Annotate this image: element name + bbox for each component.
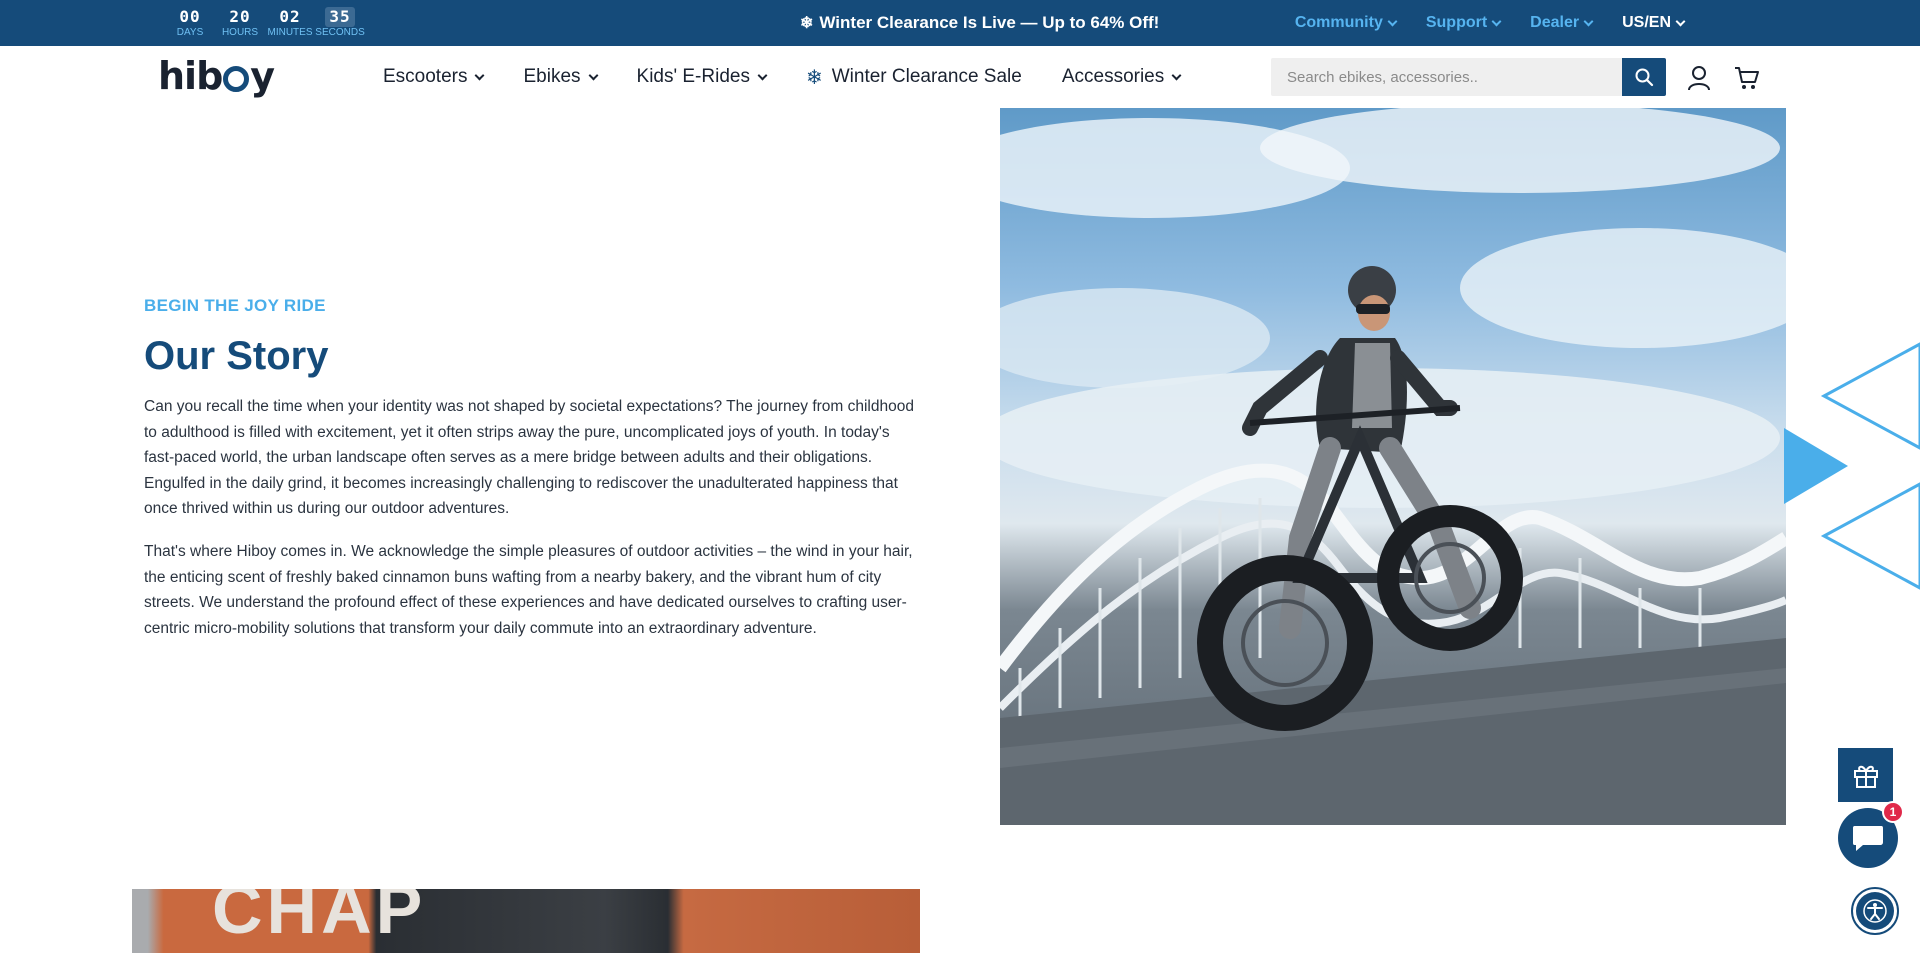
countdown-hours-value: 20 bbox=[229, 7, 251, 26]
chevron-down-icon bbox=[1387, 16, 1398, 26]
dealer-menu[interactable]: Dealer bbox=[1530, 14, 1594, 32]
chevron-down-icon bbox=[588, 70, 598, 80]
account-button[interactable] bbox=[1685, 64, 1713, 92]
snowflake-icon: ❄ bbox=[805, 66, 823, 89]
hero-image-ebike-rider bbox=[1000, 108, 1786, 825]
nav-kids-label: Kids' E-Rides bbox=[636, 66, 750, 87]
logo-o-icon bbox=[223, 66, 250, 92]
storefront-image: CHAP bbox=[132, 889, 920, 953]
chevron-down-icon bbox=[1491, 16, 1502, 26]
countdown-seconds-label: SECONDS bbox=[315, 27, 365, 38]
countdown-hours-label: HOURS bbox=[221, 27, 259, 38]
accessibility-icon bbox=[1863, 899, 1887, 923]
search-input[interactable] bbox=[1271, 58, 1622, 96]
nav-ebikes[interactable]: Ebikes bbox=[523, 66, 598, 88]
nav-accessories-label: Accessories bbox=[1061, 66, 1165, 87]
community-menu[interactable]: Community bbox=[1294, 14, 1398, 32]
user-icon bbox=[1688, 66, 1710, 91]
chevron-down-icon bbox=[757, 70, 768, 80]
decorative-triangles bbox=[1784, 342, 1920, 590]
countdown-seconds-value: 35 bbox=[325, 7, 355, 27]
chevron-down-icon bbox=[1171, 70, 1182, 80]
page-title: Our Story bbox=[144, 334, 329, 378]
countdown-days: 00 DAYS bbox=[168, 7, 212, 39]
countdown-hours: 20 HOURS bbox=[218, 7, 262, 39]
nav-escooters[interactable]: Escooters bbox=[383, 66, 485, 88]
section-eyebrow: BEGIN THE JOY RIDE bbox=[144, 296, 326, 315]
cart-icon bbox=[1735, 67, 1759, 89]
support-label: Support bbox=[1425, 14, 1488, 31]
chevron-down-icon bbox=[1675, 16, 1686, 26]
countdown-minutes-value: 02 bbox=[279, 7, 301, 26]
countdown-days-label: DAYS bbox=[176, 27, 204, 38]
logo-text-right: y bbox=[250, 54, 275, 98]
accessibility-button-inner bbox=[1856, 892, 1894, 930]
hero-illustration bbox=[1000, 108, 1786, 825]
storefront-sign-text: CHAP bbox=[212, 889, 427, 948]
community-label: Community bbox=[1294, 14, 1383, 31]
chevron-down-icon bbox=[475, 70, 485, 80]
chat-bubble-icon bbox=[1853, 826, 1883, 851]
story-paragraph-1: Can you recall the time when your identi… bbox=[144, 398, 914, 517]
dealer-label: Dealer bbox=[1530, 14, 1580, 31]
nav-kids-erides[interactable]: Kids' E-Rides bbox=[636, 66, 768, 88]
snowflake-icon: ❄ bbox=[800, 15, 814, 32]
nav-escooters-label: Escooters bbox=[383, 66, 468, 87]
countdown-minutes-label: MINUTES bbox=[267, 27, 313, 38]
main-nav: Escooters Ebikes Kids' E-Rides ❄ Winter … bbox=[383, 46, 1182, 108]
search-button[interactable] bbox=[1622, 58, 1666, 96]
countdown-timer: 00 DAYS 20 HOURS 02 MINUTES 35 SECONDS bbox=[168, 7, 365, 39]
promo-text: Winter Clearance Is Live — Up to 64% Off… bbox=[819, 13, 1160, 32]
gift-icon bbox=[1853, 765, 1878, 788]
nav-clearance-label: Winter Clearance Sale bbox=[831, 66, 1022, 87]
announcement-bar: 00 DAYS 20 HOURS 02 MINUTES 35 SECONDS ❄… bbox=[0, 0, 1920, 46]
logo-text-left: hib bbox=[158, 54, 223, 98]
cart-button[interactable] bbox=[1733, 64, 1761, 92]
utility-nav: Community Support Dealer US/EN bbox=[1294, 0, 1686, 46]
nav-ebikes-label: Ebikes bbox=[523, 66, 581, 87]
nav-winter-clearance[interactable]: ❄ Winter Clearance Sale bbox=[806, 65, 1022, 90]
accessibility-button[interactable] bbox=[1851, 887, 1899, 935]
nav-accessories[interactable]: Accessories bbox=[1061, 66, 1182, 88]
locale-label: US/EN bbox=[1622, 14, 1671, 31]
countdown-days-value: 00 bbox=[179, 7, 201, 26]
locale-selector[interactable]: US/EN bbox=[1622, 14, 1686, 32]
hiboy-logo[interactable]: hib y bbox=[158, 54, 275, 98]
site-header: hib y Escooters Ebikes Kids' E-Rides ❄ Wi… bbox=[0, 46, 1920, 108]
promo-link[interactable]: ❄ Winter Clearance Is Live — Up to 64% O… bbox=[800, 0, 1159, 46]
rewards-button[interactable] bbox=[1838, 748, 1893, 802]
countdown-seconds: 35 SECONDS bbox=[315, 7, 365, 39]
search-icon bbox=[1635, 68, 1654, 87]
support-menu[interactable]: Support bbox=[1425, 14, 1502, 32]
chat-notification-badge: 1 bbox=[1882, 801, 1904, 823]
countdown-minutes: 02 MINUTES bbox=[267, 7, 313, 39]
story-paragraph-2: That's where Hiboy comes in. We acknowle… bbox=[144, 543, 913, 637]
search-form bbox=[1271, 58, 1666, 96]
chevron-down-icon bbox=[1583, 16, 1594, 26]
